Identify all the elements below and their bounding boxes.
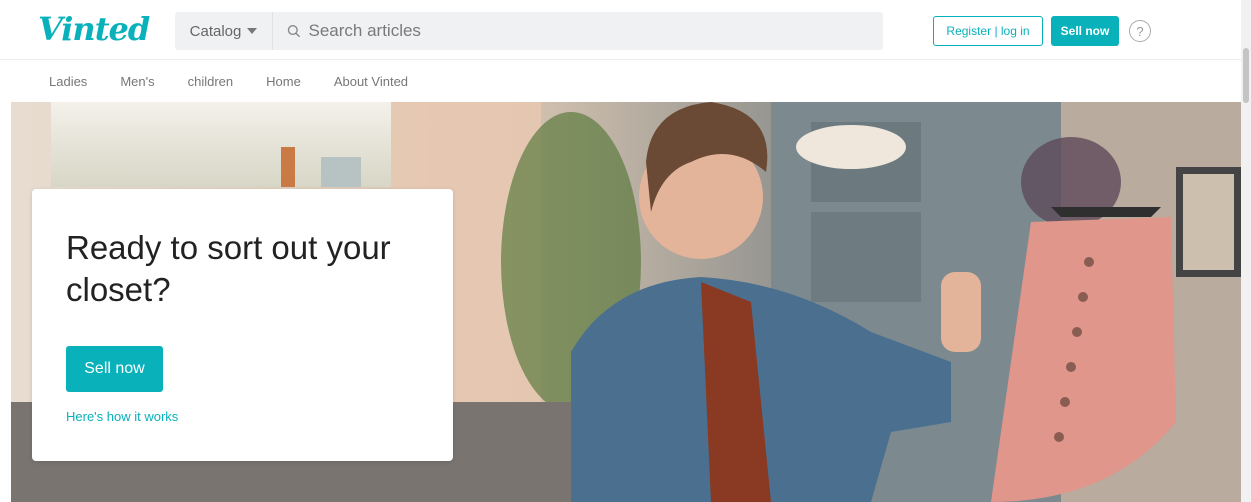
- register-login-button[interactable]: Register | log in: [933, 16, 1043, 46]
- search-icon: [287, 25, 301, 38]
- vinted-logo[interactable]: Vinted: [38, 10, 150, 48]
- scrollbar-thumb[interactable]: [1243, 48, 1249, 103]
- search-field: [273, 21, 883, 41]
- top-header: Vinted Catalog Register | log in Sell no…: [0, 0, 1241, 60]
- hero-title: Ready to sort out your closet?: [66, 229, 391, 308]
- sell-now-button[interactable]: Sell now: [66, 346, 163, 392]
- caret-down-icon: [247, 28, 258, 34]
- hero-card: Ready to sort out your closet? Sell now …: [32, 189, 453, 461]
- nav-item-ladies[interactable]: Ladies: [49, 74, 87, 89]
- nav-item-mens[interactable]: Men's: [120, 74, 154, 89]
- catalog-dropdown[interactable]: Catalog: [175, 12, 273, 50]
- help-icon[interactable]: ?: [1129, 20, 1151, 42]
- catalog-label: Catalog: [189, 22, 242, 40]
- nav-item-home[interactable]: Home: [266, 74, 301, 89]
- sell-now-header-button[interactable]: Sell now: [1051, 16, 1119, 46]
- search-input[interactable]: [308, 21, 883, 41]
- how-it-works-link[interactable]: Here's how it works: [66, 409, 178, 424]
- nav-item-about[interactable]: About Vinted: [334, 74, 408, 89]
- search-bar: Catalog: [175, 12, 883, 50]
- nav-item-children[interactable]: children: [188, 74, 234, 89]
- category-nav: Ladies Men's children Home About Vinted: [0, 60, 1241, 102]
